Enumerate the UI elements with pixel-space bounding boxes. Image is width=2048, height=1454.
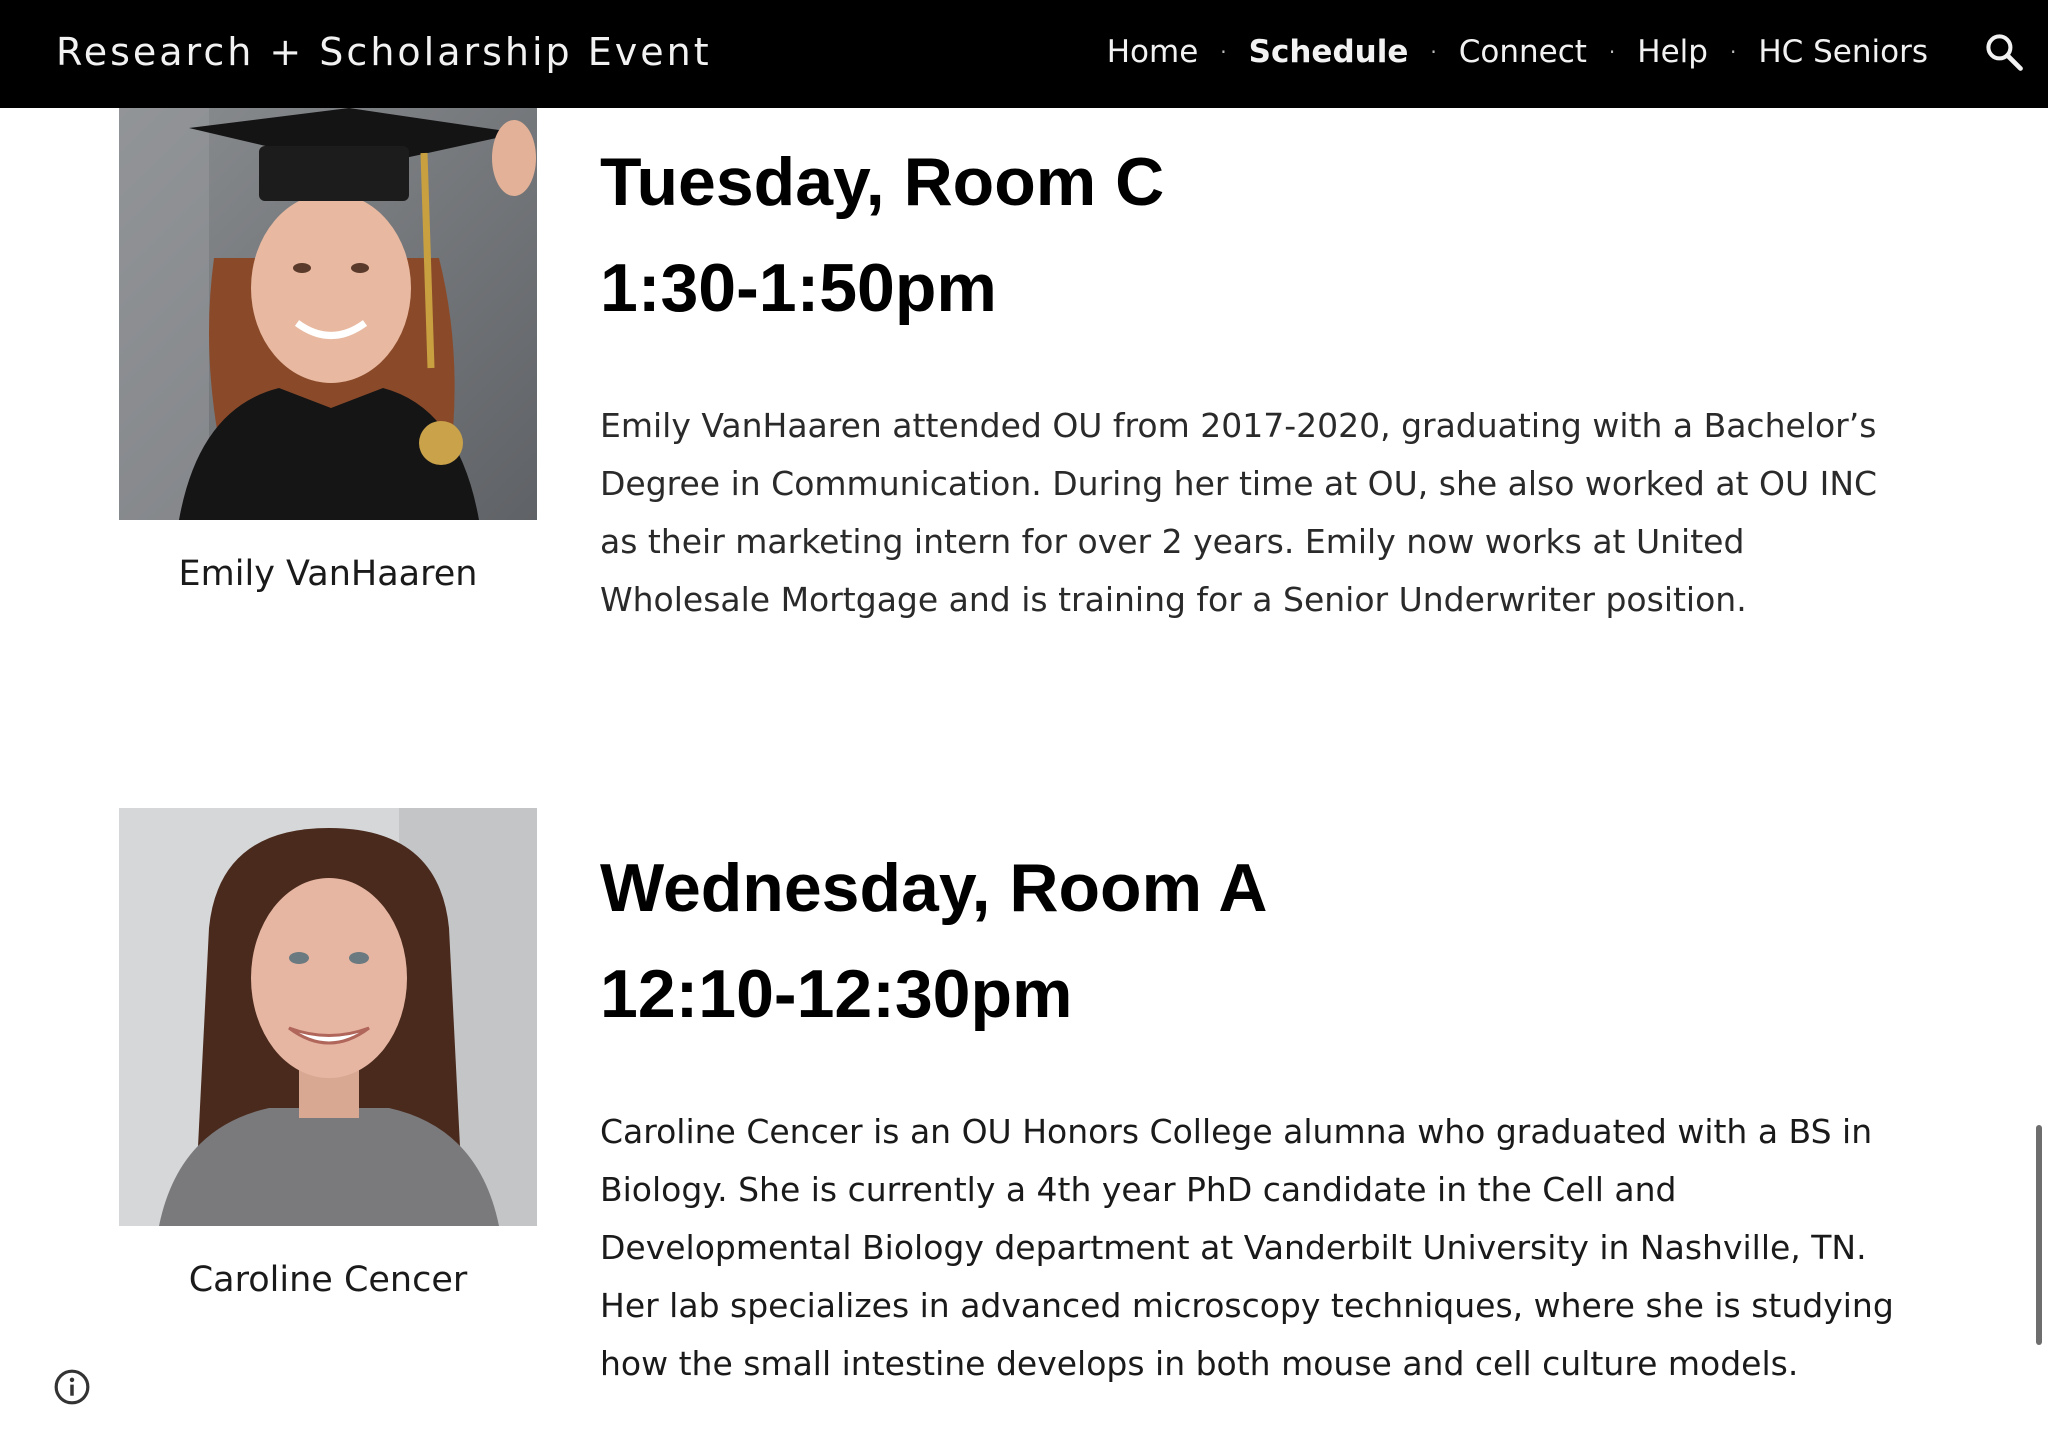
nav-separator: · <box>1729 40 1737 64</box>
presenter-photo <box>119 108 537 520</box>
session-time: 1:30-1:50pm <box>600 250 997 326</box>
nav-separator: · <box>1430 40 1437 64</box>
graduation-portrait-image <box>119 108 537 520</box>
search-icon <box>1986 34 2023 71</box>
headshot-portrait-image <box>119 808 537 1226</box>
presenter-name: Emily VanHaaren <box>178 554 478 594</box>
top-navigation-bar: Research + Scholarship Event Home · Sche… <box>0 0 2048 108</box>
site-info-button[interactable] <box>53 1368 91 1406</box>
nav-separator: · <box>1608 40 1616 64</box>
session-day-room: Tuesday, Room C <box>600 144 1165 220</box>
site-title[interactable]: Research + Scholarship Event <box>56 30 712 74</box>
nav-item-help[interactable]: Help <box>1637 34 1708 70</box>
presenter-photo <box>119 808 537 1226</box>
page-scrollbar[interactable] <box>2036 1125 2042 1345</box>
nav-item-home[interactable]: Home <box>1107 34 1199 70</box>
main-nav: Home · Schedule · Connect · Help · HC Se… <box>1107 34 1928 70</box>
search-button[interactable] <box>1982 30 2026 74</box>
presenter-bio: Emily VanHaaren attended OU from 2017-20… <box>600 406 1878 619</box>
nav-item-schedule[interactable]: Schedule <box>1249 34 1409 70</box>
presenter-name: Caroline Cencer <box>188 1260 468 1300</box>
info-icon <box>54 1369 90 1405</box>
presenter-bio: Caroline Cencer is an OU Honors College … <box>600 1112 1894 1383</box>
nav-separator: · <box>1220 40 1227 64</box>
nav-item-connect[interactable]: Connect <box>1459 34 1587 70</box>
session-time: 12:10-12:30pm <box>600 956 1073 1032</box>
session-day-room: Wednesday, Room A <box>600 850 1268 926</box>
nav-item-hc-seniors[interactable]: HC Seniors <box>1758 34 1928 70</box>
